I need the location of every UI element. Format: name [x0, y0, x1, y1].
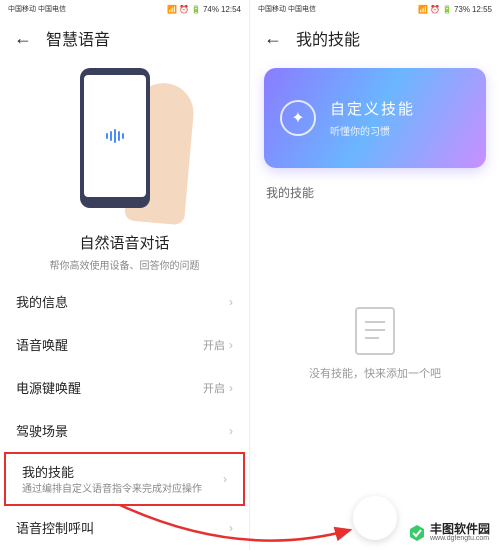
time-label: 12:54	[221, 5, 241, 14]
watermark: 丰图软件园 www.dgfengtu.com	[404, 521, 494, 544]
chevron-right-icon: ›	[229, 295, 233, 309]
carrier-label: 中国移动 中国电信	[8, 6, 66, 13]
card-subtitle: 听懂你的习惯	[330, 123, 415, 138]
row-my-skills[interactable]: 我的技能 通过编排自定义语音指令来完成对应操作 ›	[6, 454, 243, 504]
card-title: 自定义技能	[330, 98, 415, 119]
back-icon[interactable]: ←	[264, 28, 282, 49]
magic-wand-icon: ✦	[280, 100, 316, 136]
battery-percent: 74%	[203, 5, 219, 14]
row-voice-call[interactable]: 语音控制呼叫 ›	[0, 506, 249, 549]
row-value: 开启	[203, 337, 225, 353]
screen-voice-settings: 中国移动 中国电信 📶 ⏰ 🔋 74% 12:54 ← 智慧语音 自然语音对话	[0, 0, 250, 550]
header: ← 我的技能	[250, 18, 500, 58]
signal-icon: 📶	[167, 5, 177, 14]
custom-skill-card[interactable]: ✦ 自定义技能 听懂你的习惯	[264, 68, 486, 168]
status-right: 📶 ⏰ 🔋 73% 12:55	[418, 5, 492, 14]
row-label: 我的信息	[16, 292, 68, 311]
row-voice-wake[interactable]: 语音唤醒 开启 ›	[0, 323, 249, 366]
hero-text: 自然语音对话 帮你高效使用设备、回答你的问题	[0, 228, 249, 280]
back-icon[interactable]: ←	[14, 28, 32, 49]
add-skill-fab[interactable]	[353, 496, 397, 540]
page-title: 我的技能	[296, 26, 360, 50]
status-bar: 中国移动 中国电信 📶 ⏰ 🔋 73% 12:55	[250, 0, 500, 18]
empty-state: 没有技能，快来添加一个吧	[250, 307, 500, 381]
carrier-label: 中国移动 中国电信	[258, 6, 316, 13]
hero-title: 自然语音对话	[0, 232, 249, 253]
chevron-right-icon: ›	[229, 381, 233, 395]
dual-screenshot: 中国移动 中国电信 📶 ⏰ 🔋 74% 12:54 ← 智慧语音 自然语音对话	[0, 0, 500, 550]
battery-percent: 73%	[454, 5, 470, 14]
chevron-right-icon: ›	[229, 424, 233, 438]
status-bar: 中国移动 中国电信 📶 ⏰ 🔋 74% 12:54	[0, 0, 249, 18]
document-icon	[355, 307, 395, 355]
row-my-info[interactable]: 我的信息 ›	[0, 280, 249, 323]
row-label: 电源键唤醒	[16, 378, 81, 397]
watermark-name: 丰图软件园	[430, 523, 490, 535]
battery-icon: 🔋	[442, 5, 452, 14]
chevron-right-icon: ›	[229, 521, 233, 535]
alarm-icon: ⏰	[430, 5, 440, 14]
status-right: 📶 ⏰ 🔋 74% 12:54	[167, 5, 241, 14]
hero-desc: 帮你高效使用设备、回答你的问题	[0, 257, 249, 272]
row-label: 驾驶场景	[16, 421, 68, 440]
page-title: 智慧语音	[46, 26, 110, 50]
row-driving[interactable]: 驾驶场景 ›	[0, 409, 249, 452]
row-label: 语音控制呼叫	[16, 518, 94, 537]
header: ← 智慧语音	[0, 18, 249, 58]
row-label: 语音唤醒	[16, 335, 68, 354]
annotation-highlight: 我的技能 通过编排自定义语音指令来完成对应操作 ›	[4, 452, 245, 506]
row-power-wake[interactable]: 电源键唤醒 开启 ›	[0, 366, 249, 409]
signal-icon: 📶	[418, 5, 428, 14]
hero-illustration	[0, 58, 249, 228]
section-label: 我的技能	[250, 178, 500, 207]
chevron-right-icon: ›	[223, 472, 227, 486]
row-value: 开启	[203, 380, 225, 396]
screen-my-skills: 中国移动 中国电信 📶 ⏰ 🔋 73% 12:55 ← 我的技能 ✦ 自定义技能…	[250, 0, 500, 550]
row-desc: 通过编排自定义语音指令来完成对应操作	[22, 483, 202, 496]
voice-wave-icon	[106, 129, 124, 143]
empty-text: 没有技能，快来添加一个吧	[309, 365, 441, 381]
watermark-url: www.dgfengtu.com	[430, 535, 490, 542]
time-label: 12:55	[472, 5, 492, 14]
alarm-icon: ⏰	[179, 5, 189, 14]
chevron-right-icon: ›	[229, 338, 233, 352]
battery-icon: 🔋	[191, 5, 201, 14]
watermark-logo-icon	[408, 524, 426, 542]
row-label: 我的技能	[22, 462, 202, 481]
